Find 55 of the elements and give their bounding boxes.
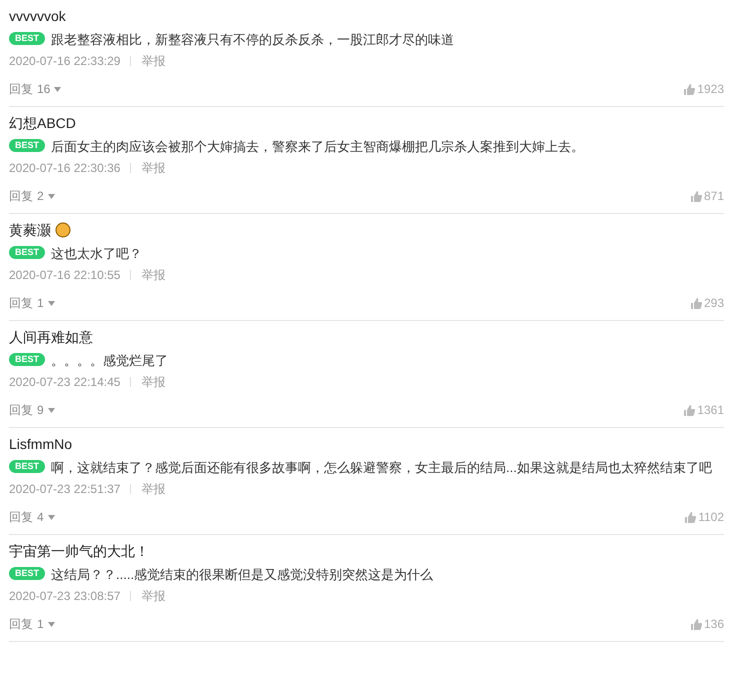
report-link[interactable]: 举报 <box>141 52 166 70</box>
like-button[interactable]: 1923 <box>684 80 724 98</box>
username[interactable]: 人间再难如意 <box>9 326 93 348</box>
comment-text: 跟老整容液相比，新整容液只有不停的反杀反杀，一股江郎才尽的味道 <box>51 31 454 49</box>
comment-text: 这也太水了吧？ <box>51 245 142 263</box>
like-button[interactable]: 136 <box>690 615 724 633</box>
best-badge: BEST <box>9 246 46 259</box>
best-badge: BEST <box>9 353 46 366</box>
best-badge: BEST <box>9 139 46 152</box>
timestamp: 2020-07-16 22:10:55 <box>9 267 120 284</box>
username[interactable]: LisfmmNo <box>9 434 72 454</box>
username[interactable]: 宇宙第一帅气的大北！ <box>9 540 149 562</box>
timestamp: 2020-07-23 22:14:45 <box>9 374 120 391</box>
caret-icon <box>48 408 55 412</box>
thumbs-up-icon <box>684 84 696 94</box>
reply-toggle[interactable]: 回复 4 <box>9 508 55 526</box>
username[interactable]: 黄蕤灏 <box>9 220 51 240</box>
report-link[interactable]: 举报 <box>141 266 166 284</box>
timestamp: 2020-07-23 23:08:57 <box>9 588 120 605</box>
best-badge: BEST <box>9 567 46 580</box>
reply-toggle[interactable]: 回复 1 <box>9 615 55 633</box>
thumbs-up-icon <box>690 190 702 202</box>
caret-icon <box>48 622 55 626</box>
thumbs-up-icon <box>685 512 696 522</box>
username[interactable]: 幻想ABCD <box>9 112 76 134</box>
like-button[interactable]: 1102 <box>685 508 724 526</box>
caret-icon <box>48 514 55 520</box>
report-link[interactable]: 举报 <box>141 480 166 498</box>
comment-text: 后面女主的肉应该会被那个大婶搞去，警察来了后女主智商爆棚把几宗杀人案推到大婶上去。 <box>51 138 584 156</box>
thumbs-up-icon <box>684 404 696 416</box>
best-badge: BEST <box>9 460 46 473</box>
caret-icon <box>54 86 62 92</box>
caret-icon <box>48 300 55 306</box>
like-button[interactable]: 293 <box>690 294 724 312</box>
emoji-icon <box>55 222 71 238</box>
reply-toggle[interactable]: 回复 9 <box>9 401 55 419</box>
timestamp: 2020-07-16 22:30:36 <box>9 160 120 177</box>
reply-toggle[interactable]: 回复 1 <box>9 294 55 312</box>
reply-toggle[interactable]: 回复 16 <box>9 80 62 98</box>
report-link[interactable]: 举报 <box>141 373 166 391</box>
comment-text: 啊，这就结束了？感觉后面还能有很多故事啊，怎么躲避警察，女主最后的结局...如果这就是结局也太猝然结束了吧 <box>51 459 712 477</box>
report-link[interactable]: 举报 <box>141 587 166 605</box>
timestamp: 2020-07-23 22:51:37 <box>9 481 120 498</box>
like-button[interactable]: 871 <box>690 187 724 205</box>
best-badge: BEST <box>9 32 46 45</box>
comment-text: 。。。。感觉烂尾了 <box>51 352 168 370</box>
thumbs-up-icon <box>690 298 702 308</box>
like-button[interactable]: 1361 <box>684 401 724 419</box>
thumbs-up-icon <box>690 618 702 630</box>
reply-toggle[interactable]: 回复 2 <box>9 187 55 205</box>
comment-text: 这结局？？.....感觉结束的很果断但是又感觉没特别突然这是为什么 <box>51 566 434 584</box>
report-link[interactable]: 举报 <box>141 159 166 177</box>
timestamp: 2020-07-16 22:33:29 <box>9 53 120 70</box>
caret-icon <box>48 194 55 198</box>
username[interactable]: vvvvvvok <box>9 6 66 26</box>
